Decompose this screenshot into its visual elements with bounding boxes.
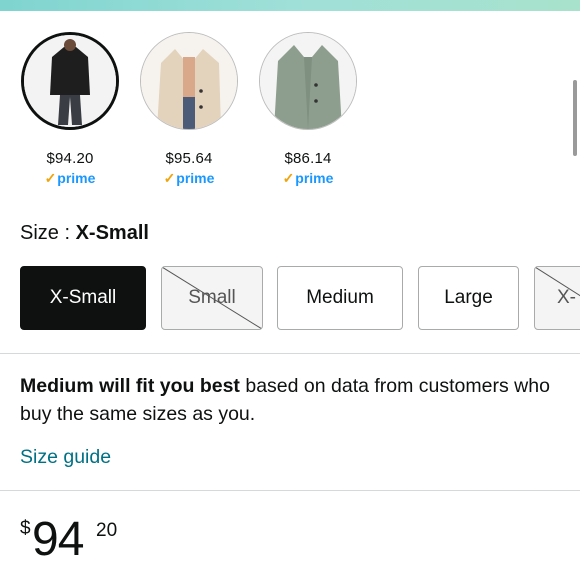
fit-recommendation: Medium will fit you best based on data f… [20,372,565,428]
size-selected-value: X-Small [75,222,149,244]
swatch-price: $95.64 [165,150,213,167]
prime-badge: ✓prime [282,170,334,186]
top-banner-strip [0,0,580,11]
size-option-x-small[interactable]: X-Small [20,266,146,330]
prime-check-icon: ✓ [163,170,176,186]
size-option-small[interactable]: Small [161,266,263,330]
color-swatch-black[interactable]: $94.20 ✓prime [20,32,120,187]
size-option-medium[interactable]: Medium [277,266,403,330]
price-currency: $ [20,518,31,539]
size-label: Size : X-Small [20,222,149,245]
swatch-image-black-coat [21,32,119,130]
prime-badge: ✓prime [44,170,96,186]
color-swatch-grey[interactable]: $86.14 ✓prime [258,32,358,187]
size-option-label: Small [188,287,236,308]
price-fraction: 20 [96,520,118,541]
size-option-label: Medium [306,287,374,308]
swatch-price: $86.14 [284,150,332,167]
swatch-image-grey-coat [259,32,357,130]
divider [0,353,580,354]
size-option-label: X- [557,287,576,308]
price-whole: 94 [32,513,84,566]
size-option-large[interactable]: Large [418,266,519,330]
size-option-label: Large [444,287,493,308]
scrollbar[interactable] [573,80,577,156]
divider [0,490,580,491]
color-swatch-camel[interactable]: $95.64 ✓prime [139,32,239,187]
size-option-label: X-Small [49,287,117,308]
size-guide-link[interactable]: Size guide [20,446,111,469]
size-label-prefix: Size : [20,222,76,244]
prime-check-icon: ✓ [282,170,295,186]
fit-recommendation-bold: Medium will fit you best [20,375,240,397]
prime-check-icon: ✓ [44,170,57,186]
swatch-price: $94.20 [46,150,94,167]
prime-badge: ✓prime [163,170,215,186]
swatch-image-camel-coat [140,32,238,130]
size-option-x-large[interactable]: X- [534,266,580,330]
